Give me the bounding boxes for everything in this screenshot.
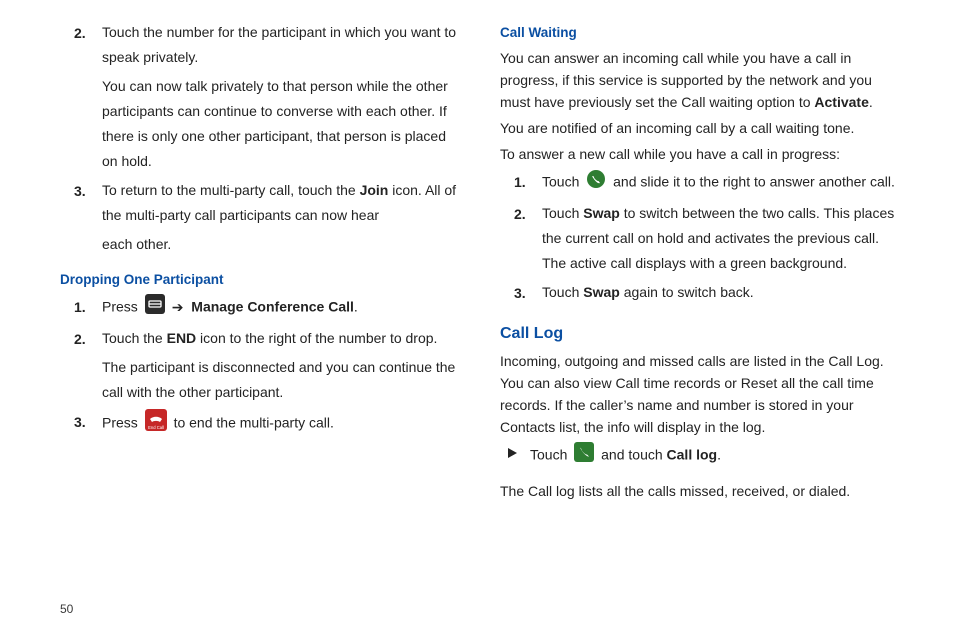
list-item: 3. To return to the multi-party call, to…	[60, 178, 460, 261]
item-body: Press ➔ Manage Conference Call.	[102, 294, 460, 326]
menu-icon	[145, 294, 165, 322]
paragraph: Touch the number for the participant in …	[102, 20, 460, 70]
swap-label: Swap	[583, 205, 620, 221]
steps-private-call: 2. Touch the number for the participant …	[60, 20, 460, 261]
subheading-dropping: Dropping One Participant	[60, 267, 460, 292]
paragraph: Incoming, outgoing and missed calls are …	[500, 350, 900, 438]
list-item: 3. Touch Swap again to switch back.	[500, 280, 900, 309]
item-number: 3.	[60, 409, 102, 443]
call-log-label: Call log	[667, 447, 718, 463]
item-number: 2.	[500, 201, 542, 280]
text: .	[717, 447, 721, 463]
right-column: Call Waiting You can answer an incoming …	[500, 20, 900, 506]
text: Touch	[542, 205, 583, 221]
text: again to switch back.	[620, 284, 754, 300]
two-column-layout: 2. Touch the number for the participant …	[60, 20, 902, 506]
item-body: Press to end the multi-party call.	[102, 409, 460, 443]
paragraph: Touch Swap again to switch back.	[542, 280, 900, 305]
list-item: 1. Touch and slide it to the right to an…	[500, 169, 900, 201]
join-label: Join	[360, 182, 389, 198]
text: Touch	[542, 174, 583, 190]
text: Press	[102, 415, 142, 431]
item-number: 3.	[60, 178, 102, 261]
paragraph: Press to end the multi-party call.	[102, 409, 460, 439]
text: To return to the multi-party call, touch…	[102, 182, 360, 198]
paragraph: Touch Swap to switch between the two cal…	[542, 201, 900, 276]
answer-call-icon	[586, 169, 606, 197]
item-number: 2.	[60, 326, 102, 409]
paragraph: Press ➔ Manage Conference Call.	[102, 294, 460, 322]
text: Touch	[542, 284, 583, 300]
list-item: 2. Touch the END icon to the right of th…	[60, 326, 460, 409]
list-item: 1. Press ➔ Manage Conference Call.	[60, 294, 460, 326]
list-item: 3. Press to end the multi-party call.	[60, 409, 460, 443]
steps-drop-participant: 1. Press ➔ Manage Conference Call. 2. To…	[60, 294, 460, 443]
item-body: To return to the multi-party call, touch…	[102, 178, 460, 261]
paragraph: Touch and slide it to the right to answe…	[542, 169, 900, 197]
triangle-bullet-icon	[500, 442, 530, 467]
text: Press	[102, 299, 142, 315]
text: .	[354, 299, 358, 315]
paragraph: each other.	[102, 232, 460, 257]
subheading-call-waiting: Call Waiting	[500, 20, 900, 45]
item-body: Touch and slide it to the right to answe…	[542, 169, 900, 201]
steps-call-waiting: 1. Touch and slide it to the right to an…	[500, 169, 900, 309]
item-number: 2.	[60, 20, 102, 178]
paragraph: To return to the multi-party call, touch…	[102, 178, 460, 228]
item-number: 1.	[60, 294, 102, 326]
paragraph: To answer a new call while you have a ca…	[500, 143, 900, 165]
end-call-icon	[145, 409, 167, 439]
text: and touch	[597, 447, 666, 463]
paragraph: You can now talk privately to that perso…	[102, 74, 460, 174]
manual-page: 2. Touch the number for the participant …	[0, 0, 954, 636]
text: icon to the right of the number to drop.	[196, 330, 437, 346]
text: Touch the	[102, 330, 167, 346]
paragraph: Touch the END icon to the right of the n…	[102, 326, 460, 351]
item-body: Touch Swap again to switch back.	[542, 280, 900, 309]
text: to end the multi-party call.	[170, 415, 334, 431]
item-body: Touch the END icon to the right of the n…	[102, 326, 460, 409]
item-number: 1.	[500, 169, 542, 201]
paragraph: Touch and touch Call log.	[530, 442, 721, 470]
paragraph: You can answer an incoming call while yo…	[500, 47, 900, 113]
left-column: 2. Touch the number for the participant …	[60, 20, 460, 506]
item-body: Touch Swap to switch between the two cal…	[542, 201, 900, 280]
end-label: END	[167, 330, 197, 346]
manage-conf-label: Manage Conference Call	[187, 299, 354, 315]
arrow-icon: ➔	[172, 299, 184, 315]
item-body: Touch the number for the participant in …	[102, 20, 460, 178]
paragraph: The participant is disconnected and you …	[102, 355, 460, 405]
activate-label: Activate	[814, 94, 868, 110]
text: .	[869, 94, 873, 110]
section-heading-call-log: Call Log	[500, 321, 900, 346]
page-number: 50	[60, 602, 73, 616]
paragraph: You are notified of an incoming call by …	[500, 117, 900, 139]
paragraph: The Call log lists all the calls missed,…	[500, 480, 900, 502]
text: Touch	[530, 447, 571, 463]
bullet-item: Touch and touch Call log.	[500, 442, 900, 474]
list-item: 2. Touch Swap to switch between the two …	[500, 201, 900, 280]
list-item: 2. Touch the number for the participant …	[60, 20, 460, 178]
text: and slide it to the right to answer anot…	[609, 174, 895, 190]
swap-label: Swap	[583, 284, 620, 300]
phone-icon	[574, 442, 594, 470]
item-number: 3.	[500, 280, 542, 309]
